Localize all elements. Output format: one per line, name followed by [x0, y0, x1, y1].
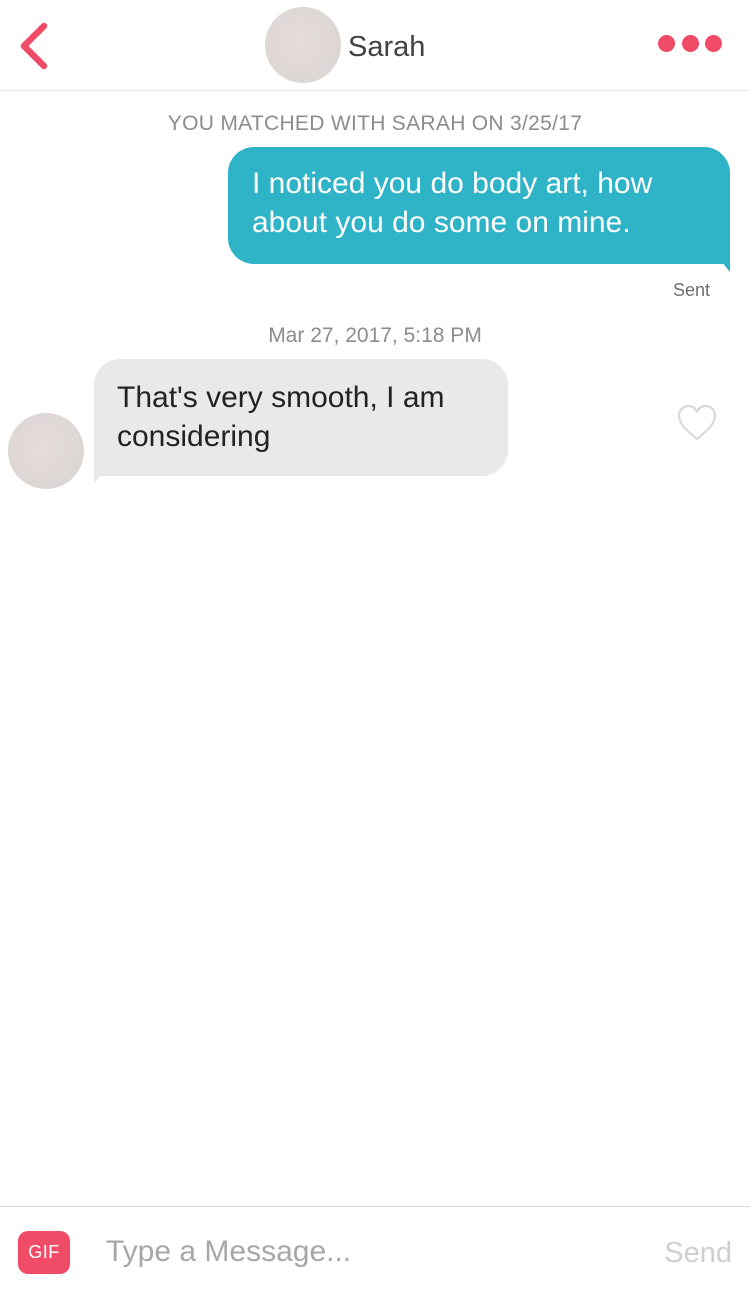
incoming-message-bubble[interactable]: That's very smooth, I am considering — [94, 359, 508, 476]
message-composer: GIF Send — [0, 1206, 750, 1296]
more-options-button[interactable] — [658, 30, 722, 56]
gif-button[interactable]: GIF — [18, 1231, 70, 1274]
send-button[interactable]: Send — [664, 1235, 732, 1271]
back-button[interactable] — [14, 20, 58, 72]
message-timestamp: Mar 27, 2017, 5:18 PM — [268, 324, 482, 347]
incoming-bubble-tail — [94, 462, 112, 484]
contact-avatar[interactable] — [265, 7, 341, 83]
like-message-button[interactable] — [676, 403, 718, 443]
match-note: YOU MATCHED WITH SARAH ON 3/25/17 — [167, 112, 583, 135]
message-status: Sent — [672, 280, 710, 300]
more-dots-icon — [658, 34, 675, 52]
outgoing-bubble-tail — [712, 250, 730, 272]
heart-outline-icon — [677, 404, 717, 441]
more-dots-icon — [705, 34, 722, 52]
contact-name[interactable]: Sarah — [348, 29, 425, 65]
sender-avatar[interactable] — [8, 413, 84, 489]
chevron-left-icon — [20, 22, 48, 70]
more-dots-icon — [681, 34, 699, 52]
message-input[interactable] — [106, 1229, 626, 1275]
chat-screen: Sarah YOU MATCHED WITH SARAH ON 3/25/17 … — [0, 0, 750, 1296]
chat-header: Sarah — [0, 0, 750, 91]
outgoing-message-bubble[interactable]: I noticed you do body art, how about you… — [228, 147, 730, 264]
